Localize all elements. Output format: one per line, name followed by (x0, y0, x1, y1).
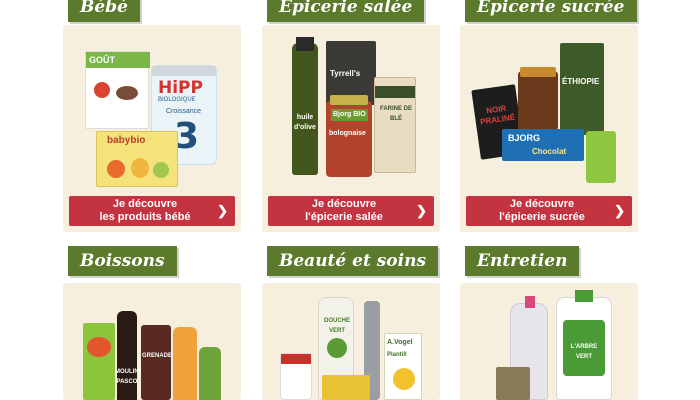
chevron-right-icon: ❯ (416, 203, 427, 218)
product-green-bottle (199, 347, 221, 400)
category-title-boissons[interactable]: Boissons (68, 246, 177, 276)
category-card-boissons: MOULINS PASCO GRENADE (63, 283, 241, 400)
category-card-epicerie-sucree: NOIR PRALINÉ ÉTHIOPIE BJORG Chocolat Je … (460, 25, 638, 232)
product-wine-bottle: MOULINS PASCO (115, 311, 143, 400)
cta-button-epicerie-sucree[interactable]: Je découvre l'épicerie sucrée ❯ (466, 196, 632, 226)
cta-line-2: les produits bébé (99, 211, 191, 223)
cta-line-1: Je découvre (311, 198, 377, 210)
category-card-epicerie-salee: huile d'olive Tyrrell's Bjorg BIO bologn… (262, 25, 440, 232)
category-title-entretien[interactable]: Entretien (465, 246, 580, 276)
category-title-bebe[interactable]: Bébé (68, 0, 140, 22)
product-grenade-jar: GRENADE (141, 325, 172, 400)
product-soap-box (322, 375, 370, 400)
category-card-bebe: GOÛT HiPP BIOLOGIQUE Croissance 3 babybi… (63, 25, 241, 232)
category-title-beaute-soins[interactable]: Beauté et soins (267, 246, 439, 276)
cta-button-bebe[interactable]: Je découvre les produits bébé ❯ (69, 196, 235, 226)
product-ethiopie-coffee: ÉTHIOPIE (560, 43, 604, 135)
product-vogel-box: A.Vogel Plantill (384, 333, 422, 400)
chevron-right-icon: ❯ (614, 203, 625, 218)
product-juice-bottle (173, 327, 197, 400)
product-collage-bebe[interactable]: GOÛT HiPP BIOLOGIQUE Croissance 3 babybi… (63, 25, 241, 190)
cta-line-2: l'épicerie sucrée (499, 211, 585, 223)
product-detergent-bottle: L'ARBRE VERT (556, 290, 612, 400)
category-title-epicerie-sucree[interactable]: Epicerie sucrée (465, 0, 637, 22)
product-bjorg-box: BJORG Chocolat (502, 129, 584, 161)
product-soap-bar (496, 367, 530, 400)
product-collage-boissons[interactable]: MOULINS PASCO GRENADE (63, 283, 241, 400)
chevron-right-icon: ❯ (217, 203, 228, 218)
product-gout-box: GOÛT (85, 51, 150, 129)
product-babybio-box: babybio (96, 131, 178, 187)
category-card-entretien: L'ARBRE VERT (460, 283, 638, 400)
product-cookie-pack (586, 131, 616, 183)
category-title-epicerie-salee[interactable]: Epicerie salée (267, 0, 425, 22)
product-cream-jar (280, 353, 312, 400)
product-olive-oil-bottle: huile d'olive (292, 37, 318, 175)
product-flour-bag: FARINE DE BLÉ (374, 77, 416, 173)
cta-line-2: l'épicerie salée (305, 211, 383, 223)
cta-button-epicerie-salee[interactable]: Je découvre l'épicerie salée ❯ (268, 196, 434, 226)
category-card-beaute-soins: DOUCHE VERT A.Vogel Plantill (262, 283, 440, 400)
product-collage-entretien[interactable]: L'ARBRE VERT (460, 283, 638, 400)
cta-line-1: Je découvre (509, 198, 575, 210)
product-bolognaise-jar: Bjorg BIO bolognaise (326, 95, 372, 177)
cta-line-1: Je découvre (112, 198, 178, 210)
product-collage-beaute-soins[interactable]: DOUCHE VERT A.Vogel Plantill (262, 283, 440, 400)
product-collage-epicerie-sucree[interactable]: NOIR PRALINÉ ÉTHIOPIE BJORG Chocolat (460, 25, 638, 190)
product-juice-carton (83, 323, 115, 400)
product-collage-epicerie-salee[interactable]: huile d'olive Tyrrell's Bjorg BIO bologn… (262, 25, 440, 190)
product-spread-jar (518, 67, 558, 131)
